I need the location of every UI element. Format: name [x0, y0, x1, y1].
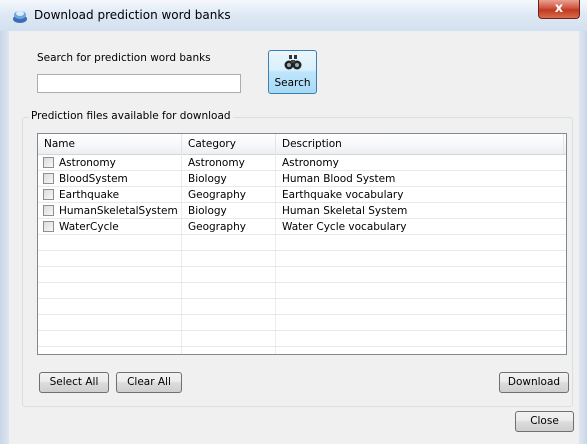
cell-description: Human Skeletal System [282, 205, 408, 217]
binoculars-icon [284, 54, 302, 72]
list-item[interactable]: Astronomy Astronomy Astronomy [38, 155, 566, 171]
cell-name: HumanSkeletalSystem [59, 205, 178, 217]
list-item[interactable]: WaterCycle Geography Water Cycle vocabul… [38, 219, 566, 235]
clear-all-button[interactable]: Clear All [116, 372, 182, 393]
list-header: Name Category Description [38, 134, 566, 155]
title-bar[interactable]: Download prediction word banks x [0, 0, 587, 31]
files-group-label: Prediction files available for download [29, 110, 233, 122]
cell-name: Astronomy [59, 157, 116, 169]
cell-description: Human Blood System [282, 173, 396, 185]
close-button[interactable]: Close [515, 411, 574, 432]
window-frame-left [0, 30, 9, 444]
row-checkbox[interactable] [43, 205, 54, 216]
cell-name: Earthquake [59, 189, 120, 201]
window-title: Download prediction word banks [34, 8, 231, 22]
files-list[interactable]: Name Category Description Astronomy Astr… [37, 133, 567, 355]
cell-category: Geography [188, 221, 246, 233]
empty-row [38, 235, 566, 251]
cell-category: Biology [188, 205, 227, 217]
empty-row [38, 251, 566, 267]
search-button[interactable]: Search [268, 50, 317, 94]
empty-row [38, 299, 566, 315]
dialog-body: Search for prediction word banks Search … [9, 31, 579, 444]
cell-description: Water Cycle vocabulary [282, 221, 407, 233]
cell-category: Astronomy [188, 157, 245, 169]
empty-row [38, 267, 566, 283]
cell-description: Astronomy [282, 157, 339, 169]
cell-description: Earthquake vocabulary [282, 189, 404, 201]
row-checkbox[interactable] [43, 157, 54, 168]
empty-row [38, 283, 566, 299]
app-icon [12, 8, 28, 24]
empty-row [38, 331, 566, 347]
cell-category: Geography [188, 189, 246, 201]
close-window-button[interactable]: x [538, 0, 580, 19]
row-checkbox[interactable] [43, 189, 54, 200]
cell-name: BloodSystem [59, 173, 128, 185]
cell-name: WaterCycle [59, 221, 119, 233]
select-all-button[interactable]: Select All [39, 372, 109, 393]
row-checkbox[interactable] [43, 221, 54, 232]
column-header-category[interactable]: Category [182, 134, 276, 154]
cell-category: Biology [188, 173, 227, 185]
close-icon: x [554, 1, 564, 16]
list-item[interactable]: Earthquake Geography Earthquake vocabula… [38, 187, 566, 203]
search-button-label: Search [274, 77, 311, 89]
window-frame-right [579, 30, 587, 444]
download-button[interactable]: Download [499, 372, 569, 393]
search-label: Search for prediction word banks [37, 52, 211, 64]
download-dialog: Download prediction word banks x Search … [0, 0, 587, 444]
search-input[interactable] [37, 74, 241, 93]
list-item[interactable]: HumanSkeletalSystem Biology Human Skelet… [38, 203, 566, 219]
list-item[interactable]: BloodSystem Biology Human Blood System [38, 171, 566, 187]
column-header-description[interactable]: Description [276, 134, 564, 154]
row-checkbox[interactable] [43, 173, 54, 184]
empty-row [38, 315, 566, 331]
column-header-name[interactable]: Name [38, 134, 182, 154]
